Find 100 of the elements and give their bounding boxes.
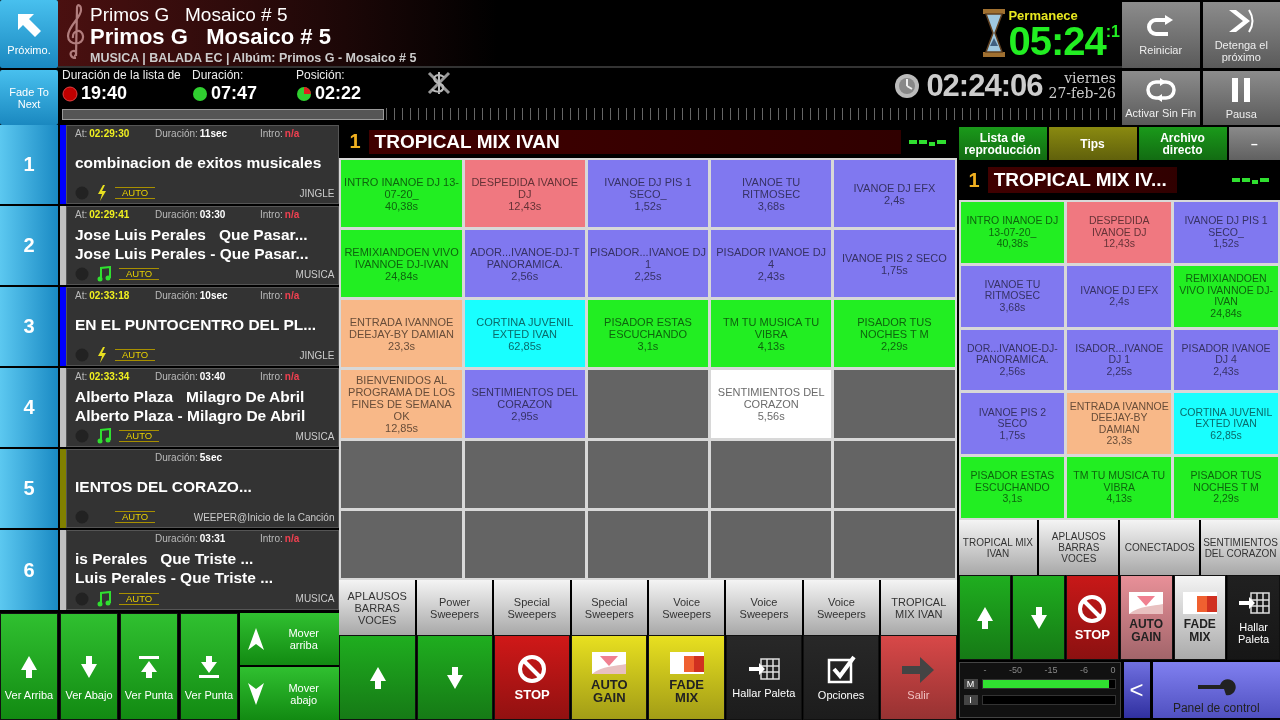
fademix-button[interactable]: FADE MIX bbox=[1173, 575, 1227, 660]
panel-tab[interactable]: – bbox=[1228, 127, 1280, 160]
playlist-item[interactable]: Duración: 5sec IENTOS DEL CORAZO... AUTO WEEPER@Inicio de la Canción bbox=[66, 449, 340, 529]
empty-slot[interactable] bbox=[587, 510, 709, 578]
view-button[interactable]: Ver Punta bbox=[120, 612, 178, 720]
fademix-button[interactable]: FADE MIX bbox=[648, 635, 725, 720]
exit-button[interactable]: Salir bbox=[880, 635, 957, 720]
track-title: Jose Luis Perales Que Pasar... bbox=[75, 224, 309, 244]
category-tab[interactable]: CONECTADOS bbox=[1120, 520, 1200, 575]
empty-slot[interactable] bbox=[711, 510, 832, 578]
category-tab[interactable]: SENTIMIENTOS DEL CORAZON bbox=[1201, 520, 1280, 575]
sound-button[interactable]: IVANOE DJ PIS 1 SECO_ 1,52s bbox=[587, 160, 709, 228]
sound-button[interactable]: BIENVENIDOS AL PROGRAMA DE LOS FINES DE SEMANA OK 12,85s bbox=[341, 370, 462, 438]
stop-button[interactable]: STOP bbox=[1066, 575, 1119, 660]
control-panel-button[interactable]: Panel de control bbox=[1152, 662, 1280, 718]
sound-button[interactable]: SENTIMIENTOS DEL CORAZON 2,95s bbox=[464, 370, 585, 438]
cue-number-button[interactable]: 6 bbox=[0, 530, 58, 610]
pause-button[interactable]: Pausa bbox=[1202, 71, 1280, 125]
palette-button[interactable]: Hallar Paleta bbox=[1227, 575, 1280, 660]
empty-slot[interactable] bbox=[464, 440, 585, 508]
sound-button[interactable]: CORTINA JUVENIL EXTED IVAN 62,85s bbox=[464, 300, 585, 368]
sound-button[interactable]: IVANOE PIS 2 SECO 1,75s bbox=[834, 230, 955, 298]
sound-button[interactable]: PISADOR IVANOE DJ 4 2,43s bbox=[1174, 329, 1278, 391]
view-button[interactable]: Ver Arriba bbox=[0, 612, 58, 720]
item-type: MUSICA bbox=[295, 430, 335, 442]
sound-button[interactable]: IVANOE DJ EFX 2,4s bbox=[834, 160, 955, 228]
palette-button[interactable]: Hallar Paleta bbox=[725, 635, 802, 720]
loop-button[interactable]: Activar Sin Fin bbox=[1122, 71, 1200, 125]
playlist-item[interactable]: At: 02:29:41 Duración: 03:30 Intro: n/a Jose Luis Perales Que Pasar... Jose Luis Perales - Que Pasar... AUTO MUSICA bbox=[66, 206, 340, 286]
view-button[interactable]: Ver Punta bbox=[180, 612, 238, 720]
sound-button[interactable]: REMIXIANDOEN VIVO IVANNOE DJ-IVAN 24,84s bbox=[1174, 265, 1278, 327]
sound-button[interactable]: ISADOR...IVANOE DJ 1 2,25s bbox=[1067, 329, 1172, 391]
category-tab[interactable]: Special Sweepers bbox=[494, 580, 570, 635]
sound-button[interactable]: ADOR...IVANOE-DJ-T PANORAMICA. 2,56s bbox=[464, 230, 585, 298]
item-type: JINGLE bbox=[299, 349, 335, 361]
sound-button[interactable]: INTRO INANOE DJ 13-07-20_ 40,38s bbox=[341, 160, 462, 228]
sound-button[interactable]: PISADOR...IVANOE DJ 1 2,25s bbox=[587, 230, 709, 298]
sound-button[interactable]: IVANOE DJ PIS 1 SECO_ 1,52s bbox=[1174, 202, 1278, 263]
category-tab[interactable]: Special Sweepers bbox=[571, 580, 647, 635]
category-tab[interactable]: TROPICAL MIX IVAN bbox=[881, 580, 957, 635]
fade-to-next-button[interactable]: Fade To Next bbox=[0, 70, 58, 125]
cue-number-button[interactable]: 5 bbox=[0, 449, 58, 529]
restart-button[interactable]: Reiniciar bbox=[1122, 2, 1200, 68]
playlist-item[interactable]: At: 02:33:34 Duración: 03:40 Intro: n/a Alberto Plaza Milagro De Abril Alberto Plaza - Milagro De Abril AUTO MUSICA bbox=[66, 368, 340, 448]
view-button[interactable]: Ver Abajo bbox=[60, 612, 118, 720]
playlist-item[interactable]: At: 02:29:30 Duración: 11sec Intro: n/a combinacion de exitos musicales AUTO JINGLE bbox=[66, 125, 340, 205]
panel-tab[interactable]: Tips bbox=[1048, 127, 1137, 160]
sound-button[interactable]: IVANOE TU RITMOSEC 3,68s bbox=[711, 160, 832, 228]
category-tab[interactable]: TROPICAL MIX IVAN bbox=[958, 520, 1038, 575]
start-time-value: 02:29:30 bbox=[89, 128, 130, 139]
category-tab[interactable]: APLAUSOS BARRAS VOCES bbox=[339, 580, 415, 635]
down-button[interactable] bbox=[416, 635, 493, 720]
sound-button[interactable]: DESPEDIDA IVANOE DJ 12,43s bbox=[1067, 202, 1172, 263]
panel-tab[interactable]: Archivo directo bbox=[1138, 127, 1227, 160]
category-tab[interactable]: Power Sweepers bbox=[416, 580, 493, 635]
cue-number-button[interactable]: 4 bbox=[0, 368, 58, 448]
sound-button[interactable]: DESPEDIDA IVANOE DJ 12,43s bbox=[464, 160, 585, 228]
cue-number-button[interactable]: 2 bbox=[0, 206, 58, 286]
sound-button[interactable]: SENTIMIENTOS DEL CORAZON 5,56s bbox=[711, 370, 832, 438]
options-button[interactable]: Opciones bbox=[803, 635, 880, 720]
empty-slot[interactable] bbox=[464, 510, 585, 578]
up-button[interactable] bbox=[958, 575, 1012, 660]
sound-button[interactable]: PISADOR ESTAS ESCUCHANDO 3,1s bbox=[587, 300, 709, 368]
sound-button[interactable]: DOR...IVANOE-DJ- PANORAMICA. 2,56s bbox=[960, 329, 1065, 391]
pie-icon bbox=[296, 85, 312, 102]
category-tab[interactable]: APLAUSOS BARRAS VOCES bbox=[1039, 520, 1119, 575]
sound-button[interactable]: ENTRADA IVANNOE DEEJAY-BY DAMIAN 23,3s bbox=[341, 300, 462, 368]
up-button[interactable] bbox=[339, 635, 416, 720]
category-tab[interactable]: Voice Sweepers bbox=[726, 580, 802, 635]
sound-button[interactable]: PISADOR ESTAS ESCUCHANDO 3,1s bbox=[960, 457, 1065, 518]
skip-button[interactable]: Detenga el próximo bbox=[1202, 2, 1280, 68]
sound-button[interactable]: INTRO INANOE DJ 13-07-20_ 40,38s bbox=[960, 202, 1065, 263]
empty-slot[interactable] bbox=[711, 440, 832, 508]
sound-button[interactable]: IVANOE DJ EFX 2,4s bbox=[1067, 265, 1172, 327]
autogain-button[interactable]: AUTO GAIN bbox=[1119, 575, 1173, 660]
panel-tab[interactable]: Lista de reproducción bbox=[958, 127, 1047, 160]
sound-button[interactable]: REMIXIANDOEN VIVO IVANNOE DJ-IVAN 24,84s bbox=[341, 230, 462, 298]
next-button[interactable]: Próximo. bbox=[0, 0, 58, 68]
sound-button[interactable]: TM TU MUSICA TU VIBRA 4,13s bbox=[1067, 457, 1172, 518]
sound-button[interactable]: IVANOE TU RITMOSEC 3,68s bbox=[960, 265, 1065, 327]
sound-button[interactable]: CORTINA JUVENIL EXTED IVAN 62,85s bbox=[1174, 393, 1278, 455]
down-button[interactable] bbox=[1012, 575, 1065, 660]
sound-button[interactable]: PISADOR TUS NOCHES T M 2,29s bbox=[1174, 457, 1278, 518]
sound-button[interactable]: IVANOE PIS 2 SECO 1,75s bbox=[960, 393, 1065, 455]
sound-button[interactable]: PISADOR IVANOE DJ 4 2,43s bbox=[711, 230, 832, 298]
playlist-item[interactable]: At: 02:33:18 Duración: 10sec Intro: n/a EN EL PUNTOCENTRO DEL PL... AUTO JINGLE bbox=[66, 287, 340, 367]
category-tab[interactable]: Voice Sweepers bbox=[803, 580, 880, 635]
empty-slot[interactable] bbox=[587, 440, 709, 508]
playlist-item[interactable]: Duración: 03:31 Intro: n/a is Perales Que Triste ... Luis Perales - Que Triste ... AUTO MUSICA bbox=[66, 530, 340, 610]
autogain-button[interactable]: AUTO GAIN bbox=[571, 635, 648, 720]
back-button[interactable]: < bbox=[1123, 662, 1150, 718]
cue-number-button[interactable]: 1 bbox=[0, 125, 58, 205]
sound-button[interactable]: TM TU MUSICA TU VIBRA 4,13s bbox=[711, 300, 832, 368]
move-button[interactable]: Mover abajo bbox=[240, 667, 340, 720]
sound-button[interactable]: PISADOR TUS NOCHES T M 2,29s bbox=[834, 300, 955, 368]
cue-number-button[interactable]: 3 bbox=[0, 287, 58, 367]
stop-button[interactable]: STOP bbox=[493, 635, 571, 720]
move-button[interactable]: Mover arriba bbox=[240, 612, 340, 666]
category-tab[interactable]: Voice Sweepers bbox=[649, 580, 725, 635]
sound-button[interactable]: ENTRADA IVANNOE DEEJAY-BY DAMIAN 23,3s bbox=[1067, 393, 1172, 455]
